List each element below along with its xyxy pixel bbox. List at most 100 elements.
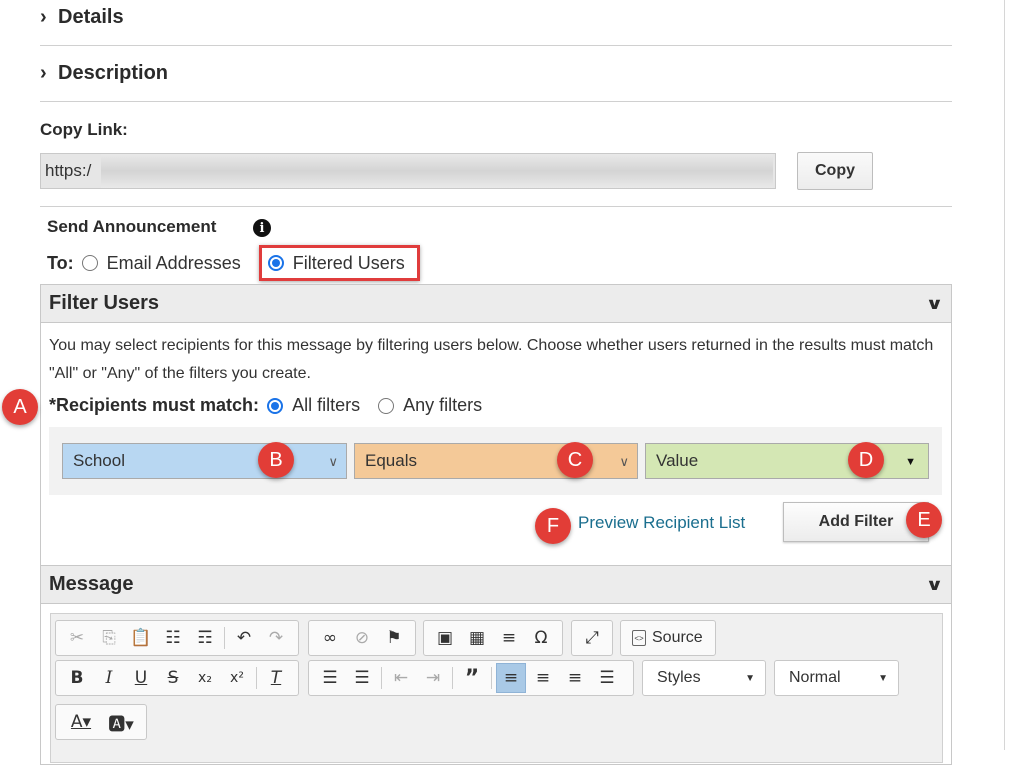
paste-text-icon[interactable]: ☷ — [158, 623, 188, 653]
strikethrough-icon[interactable]: S — [158, 663, 188, 693]
recipient-type-row: To: Email Addresses Filtered Users — [47, 245, 420, 281]
message-header[interactable]: Message ∨ — [41, 566, 951, 604]
blockquote-icon[interactable]: ” — [457, 663, 487, 693]
clipboard-group: ✂ ⎘ 📋 ☷ ☶ ↶ ↷ — [55, 620, 299, 656]
all-filters-label: All filters — [292, 395, 361, 415]
details-section-toggle[interactable]: › Details — [40, 0, 952, 46]
operator-select[interactable]: Equals ∨ — [354, 443, 638, 479]
preview-recipient-list-link[interactable]: Preview Recipient List — [578, 513, 745, 533]
all-filters-radio[interactable] — [267, 397, 284, 414]
link-icon[interactable]: ∞ — [315, 623, 345, 653]
field-select[interactable]: School ∨ — [62, 443, 347, 479]
value-select-value: Value — [656, 451, 699, 470]
message-panel: Message ∨ ✂ ⎘ 📋 ☷ ☶ ↶ ↷ ∞ ⊘ ⚑ ▣ ▦ ≡ Ω ⤢ — [40, 565, 952, 765]
source-label: Source — [652, 629, 703, 646]
styles-select[interactable]: Styles ▼ — [642, 660, 766, 696]
annotation-badge-f: F — [535, 508, 571, 544]
separator — [224, 627, 225, 649]
filter-description: You may select recipients for this messa… — [49, 337, 934, 382]
redo-icon[interactable]: ↷ — [261, 623, 291, 653]
annotation-badge-c: C — [557, 442, 593, 478]
source-icon: <> — [632, 630, 646, 646]
numbered-list-icon[interactable]: ☰ — [315, 663, 345, 693]
insert-group: ▣ ▦ ≡ Ω — [423, 620, 563, 656]
anchor-flag-icon[interactable]: ⚑ — [379, 623, 409, 653]
all-filters-option[interactable]: All filters — [267, 395, 360, 416]
special-char-icon[interactable]: Ω — [526, 623, 556, 653]
copy-link-value: https:/ — [45, 161, 92, 180]
filter-users-header[interactable]: Filter Users ∨ — [41, 285, 951, 323]
source-button[interactable]: <> Source — [626, 629, 709, 647]
italic-icon[interactable]: I — [94, 663, 124, 693]
chevron-down-icon[interactable]: ∨ — [925, 294, 943, 314]
copy-link-label: Copy Link: — [40, 120, 128, 139]
horizontal-rule-icon[interactable]: ≡ — [494, 623, 524, 653]
details-section-title: Details — [58, 6, 124, 28]
styles-select-value: Styles — [657, 669, 701, 686]
send-announcement-title: Send Announcement — [47, 217, 217, 236]
paste-word-icon[interactable]: ☶ — [190, 623, 220, 653]
align-right-icon[interactable]: ≡ — [560, 663, 590, 693]
any-filters-label: Any filters — [403, 395, 483, 415]
text-color-icon[interactable]: A▾ — [62, 707, 100, 737]
chevron-down-icon: ∨ — [328, 454, 338, 469]
table-icon[interactable]: ▦ — [462, 623, 492, 653]
redacted-url-blur — [101, 154, 773, 188]
separator — [452, 667, 453, 689]
email-addresses-label: Email Addresses — [106, 252, 241, 273]
paste-icon[interactable]: 📋 — [126, 623, 156, 653]
cut-icon[interactable]: ✂ — [62, 623, 92, 653]
divider — [40, 206, 952, 207]
filtered-users-option-highlighted[interactable]: Filtered Users — [258, 245, 420, 281]
subscript-icon[interactable]: x₂ — [190, 663, 220, 693]
justify-icon[interactable]: ☰ — [592, 663, 622, 693]
chevron-right-icon: › — [40, 6, 47, 28]
align-center-icon[interactable]: ≡ — [528, 663, 558, 693]
chevron-right-icon: › — [40, 62, 47, 84]
basic-styles-group: B I U S x₂ x² T — [55, 660, 299, 696]
caret-down-icon: ▼ — [878, 672, 888, 684]
background-color-icon[interactable]: 🅰▾ — [102, 707, 140, 737]
superscript-icon[interactable]: x² — [222, 663, 252, 693]
image-icon[interactable]: ▣ — [430, 623, 460, 653]
annotation-badge-d: D — [848, 442, 884, 478]
recipients-match-label: *Recipients must match: — [49, 395, 260, 415]
annotation-badge-b: B — [258, 442, 294, 478]
caret-down-icon: ▼ — [745, 672, 755, 684]
operator-select-value: Equals — [365, 451, 417, 470]
bold-icon[interactable]: B — [62, 663, 92, 693]
description-section-toggle[interactable]: › Description — [40, 46, 952, 102]
copy-icon[interactable]: ⎘ — [94, 623, 124, 653]
maximize-icon[interactable]: ⤢ — [578, 623, 606, 653]
email-addresses-radio[interactable] — [81, 255, 98, 271]
format-select[interactable]: Normal ▼ — [774, 660, 899, 696]
page-right-border — [1004, 0, 1005, 750]
unlink-icon[interactable]: ⊘ — [347, 623, 377, 653]
any-filters-option[interactable]: Any filters — [378, 395, 482, 416]
format-select-value: Normal — [789, 669, 841, 686]
remove-format-icon[interactable]: T — [261, 663, 291, 693]
email-addresses-option[interactable]: Email Addresses — [81, 252, 241, 274]
link-group: ∞ ⊘ ⚑ — [308, 620, 416, 656]
increase-indent-icon[interactable]: ⇥ — [418, 663, 448, 693]
bulleted-list-icon[interactable]: ☰ — [347, 663, 377, 693]
decrease-indent-icon[interactable]: ⇤ — [386, 663, 416, 693]
copy-link-field[interactable]: https:/ — [40, 153, 776, 189]
align-left-icon[interactable]: ≡ — [496, 663, 526, 693]
to-label: To: — [47, 252, 74, 273]
filtered-users-radio[interactable] — [267, 255, 284, 271]
value-select[interactable]: Value ▼ — [645, 443, 929, 479]
chevron-down-icon[interactable]: ∨ — [925, 575, 943, 595]
copy-button[interactable]: Copy — [797, 152, 873, 190]
any-filters-radio[interactable] — [378, 397, 395, 414]
message-title: Message — [49, 573, 134, 595]
field-select-value: School — [73, 451, 125, 470]
separator — [381, 667, 382, 689]
filtered-users-label: Filtered Users — [292, 252, 405, 273]
underline-icon[interactable]: U — [126, 663, 156, 693]
separator — [491, 667, 492, 689]
description-section-title: Description — [58, 62, 169, 84]
caret-down-icon: ▼ — [905, 456, 916, 468]
info-icon[interactable]: i — [253, 219, 271, 237]
undo-icon[interactable]: ↶ — [229, 623, 259, 653]
